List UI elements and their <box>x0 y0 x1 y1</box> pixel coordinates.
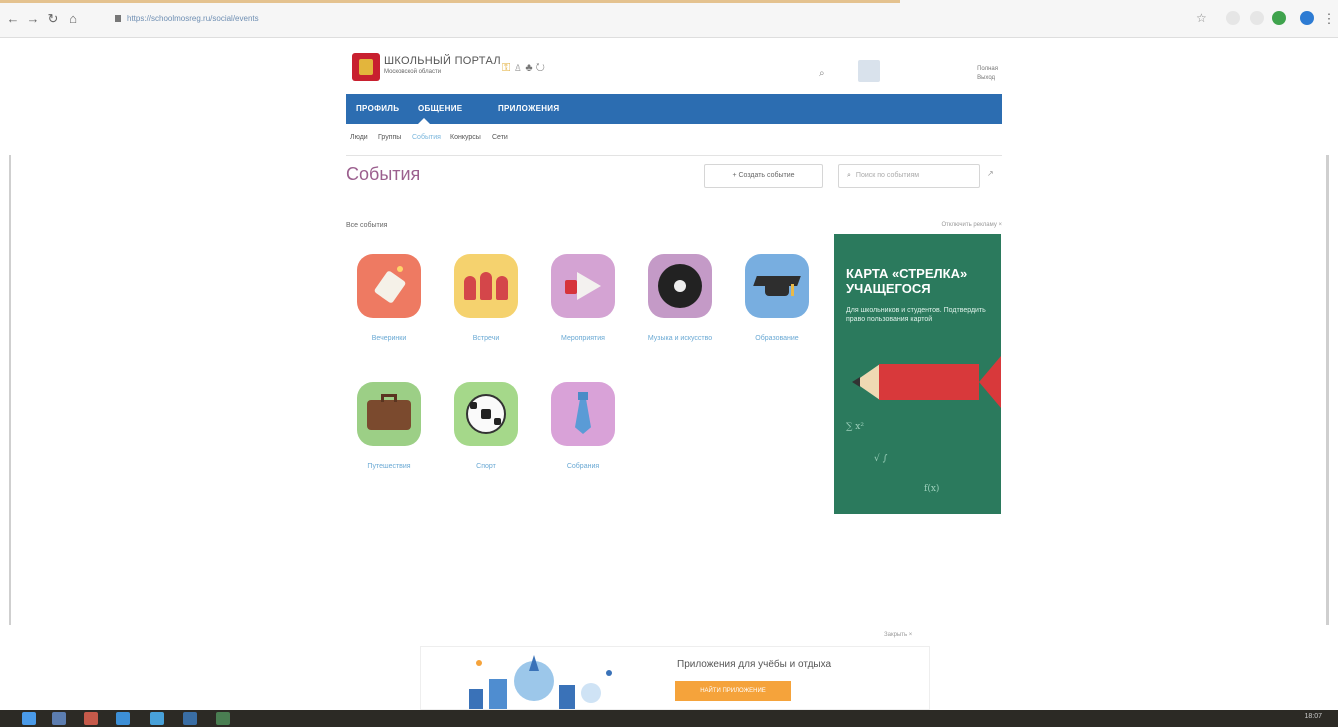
section-label: Все события <box>346 222 388 229</box>
ad-headline: КАРТА «СТРЕЛКА» УЧАЩЕГОСЯ <box>846 266 967 296</box>
category-education[interactable]: Образование <box>738 254 816 343</box>
start-icon[interactable] <box>22 712 36 725</box>
os-taskbar: 18:07 <box>0 710 1338 727</box>
apps-promo-banner[interactable]: Приложения для учёбы и отдыха НАЙТИ ПРИЛ… <box>420 646 930 710</box>
portal-page: ШКОЛЬНЫЙ ПОРТАЛ Московской области ⚿ ♙ ♣… <box>346 38 1002 720</box>
user-icon[interactable]: ♙ <box>513 62 522 74</box>
megaphone-icon <box>551 254 615 318</box>
taskbar-app-icon[interactable] <box>216 712 230 725</box>
category-label: Спорт <box>476 463 496 470</box>
category-label: Вечеринки <box>371 335 407 342</box>
browser-toolbar: ← → ↻ ⌂ https://schoolmosreg.ru/social/e… <box>0 0 1338 38</box>
taskbar-app-icon[interactable] <box>150 712 164 725</box>
suitcase-icon <box>357 382 421 446</box>
extension-icon[interactable] <box>1250 11 1264 25</box>
vinyl-record-icon <box>648 254 712 318</box>
coat-of-arms-logo[interactable] <box>352 53 380 81</box>
lock-icon <box>115 15 121 23</box>
taskbar-app-icon[interactable] <box>84 712 98 725</box>
category-activities[interactable]: Мероприятия <box>544 254 622 343</box>
extension-icon[interactable] <box>1272 11 1286 25</box>
tab-groups[interactable]: Группы <box>378 134 401 141</box>
profile-link[interactable]: Полная <box>977 65 998 74</box>
category-music-art[interactable]: Музыка и искусство <box>641 254 719 343</box>
category-meetings[interactable]: Встречи <box>447 254 525 343</box>
taskbar-app-icon[interactable] <box>183 712 197 725</box>
key-icon[interactable]: ⚿ <box>502 62 510 74</box>
category-gatherings[interactable]: Собрания <box>544 382 622 471</box>
create-event-button[interactable]: + Создать событие <box>704 164 823 188</box>
category-sport[interactable]: Спорт <box>447 382 525 471</box>
ad-headline-line: КАРТА «СТРЕЛКА» <box>846 266 968 281</box>
site-header: ШКОЛЬНЫЙ ПОРТАЛ Московской области ⚿ ♙ ♣… <box>346 38 1002 94</box>
city-illustration <box>469 655 612 709</box>
category-label: Музыка и искусство <box>647 335 713 342</box>
tab-people[interactable]: Люди <box>350 134 368 141</box>
chalk-scribble: √ ∫ <box>874 454 888 464</box>
star-icon[interactable]: ☆ <box>1196 11 1210 25</box>
pencil-illustration <box>979 356 1001 408</box>
pencil-illustration <box>879 364 979 400</box>
category-label: Собрания <box>566 463 600 470</box>
promo-title: Приложения для учёбы и отдыха <box>677 659 832 670</box>
reload-icon[interactable]: ↻ <box>46 12 60 26</box>
tab-networks[interactable]: Сети <box>492 134 508 141</box>
advertisement-banner[interactable]: КАРТА «СТРЕЛКА» УЧАЩЕГОСЯ Для школьников… <box>834 234 1001 514</box>
profile-links: Полная Выход <box>977 65 998 83</box>
close-banner-link[interactable]: Закрыть × <box>884 632 912 638</box>
address-bar[interactable]: https://schoolmosreg.ru/social/events <box>115 10 1175 28</box>
search-icon: ⌕ <box>847 172 851 179</box>
party-popper-icon <box>357 254 421 318</box>
account-icon[interactable] <box>1300 11 1314 25</box>
search-icon[interactable]: ⌕ <box>819 68 825 79</box>
ad-headline-line: УЧАЩЕГОСЯ <box>846 281 931 296</box>
expand-icon[interactable]: ↗ <box>987 169 994 178</box>
main-nav: ПРОФИЛЬ ОБЩЕНИЕ ПРИЛОЖЕНИЯ <box>346 94 1002 124</box>
soccer-ball-icon <box>454 382 518 446</box>
chalk-scribble: f(x) <box>924 484 940 494</box>
header-icons: ⚿ ♙ ♣ ↻ <box>502 62 545 75</box>
menu-icon[interactable]: ⋮ <box>1322 12 1336 26</box>
main-nav-apps[interactable]: ПРИЛОЖЕНИЯ <box>498 94 559 124</box>
extension-icon[interactable] <box>1226 11 1240 25</box>
category-label: Встречи <box>472 335 500 342</box>
bell-icon[interactable]: ♣ <box>525 62 532 74</box>
tab-strip-accent <box>0 0 900 3</box>
address-url: https://schoolmosreg.ru/social/events <box>127 14 259 23</box>
page-title: События <box>346 164 421 184</box>
find-app-button[interactable]: НАЙТИ ПРИЛОЖЕНИЕ <box>675 681 791 701</box>
event-search-placeholder: Поиск по событиям <box>855 172 920 179</box>
page-divider <box>1326 155 1329 625</box>
forward-arrow-icon[interactable]: → <box>26 12 40 26</box>
necktie-icon <box>551 382 615 446</box>
refresh-icon[interactable]: ↻ <box>536 62 545 74</box>
system-clock[interactable]: 18:07 <box>1304 713 1322 720</box>
ad-text: Для школьников и студентов. Подтвердить … <box>846 307 986 323</box>
tab-contests[interactable]: Конкурсы <box>450 134 481 141</box>
category-label: Путешествия <box>367 463 411 470</box>
tab-events[interactable]: События <box>412 134 441 141</box>
logo-title[interactable]: ШКОЛЬНЫЙ ПОРТАЛ <box>384 55 501 67</box>
main-nav-profile[interactable]: ПРОФИЛЬ <box>356 94 399 124</box>
home-icon[interactable]: ⌂ <box>66 12 80 26</box>
category-label: Образование <box>755 335 799 342</box>
pencil-illustration <box>852 377 860 387</box>
chalk-scribble: ∑ x² <box>846 422 864 432</box>
back-arrow-icon[interactable]: ← <box>6 12 20 26</box>
people-icon <box>454 254 518 318</box>
category-travel[interactable]: Путешествия <box>350 382 428 471</box>
taskbar-app-icon[interactable] <box>52 712 66 725</box>
event-search-input[interactable]: ⌕ Поиск по событиям <box>838 164 980 188</box>
category-parties[interactable]: Вечеринки <box>350 254 428 343</box>
disable-ads-link[interactable]: Отключить рекламу × <box>941 222 1002 228</box>
logout-link[interactable]: Выход <box>977 74 998 83</box>
taskbar-app-icon[interactable] <box>116 712 130 725</box>
page-divider <box>9 155 11 625</box>
avatar[interactable] <box>858 60 880 82</box>
category-label: Мероприятия <box>561 335 605 342</box>
sub-nav: Люди Группы События Конкурсы Сети <box>346 124 1002 156</box>
graduation-cap-icon <box>745 254 809 318</box>
logo-subtitle: Московской области <box>384 69 442 75</box>
